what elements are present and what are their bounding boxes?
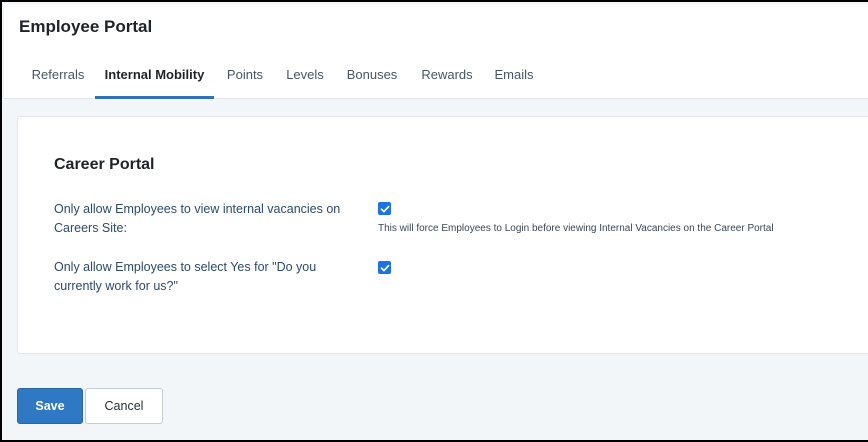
checkmark-icon bbox=[380, 264, 389, 271]
internal-vacancies-checkbox[interactable] bbox=[378, 202, 391, 215]
setting-label-currently-work-for-us: Only allow Employees to select Yes for "… bbox=[54, 260, 317, 293]
page-title: Employee Portal bbox=[19, 17, 153, 36]
tab-points[interactable]: Points bbox=[219, 59, 271, 99]
tab-bonuses[interactable]: Bonuses bbox=[340, 59, 404, 99]
tab-emails[interactable]: Emails bbox=[488, 59, 540, 99]
tab-referrals[interactable]: Referrals bbox=[19, 59, 97, 99]
cancel-button[interactable]: Cancel bbox=[85, 388, 163, 424]
checkmark-icon bbox=[380, 205, 389, 212]
tab-bar: Referrals Internal Mobility Points Level… bbox=[4, 59, 868, 99]
currently-work-for-us-checkbox[interactable] bbox=[378, 261, 391, 274]
section-title: Career Portal bbox=[54, 156, 155, 173]
tab-rewards[interactable]: Rewards bbox=[414, 59, 480, 99]
career-portal-card: Career Portal Only allow Employees to vi… bbox=[17, 116, 868, 354]
setting-label-internal-vacancies: Only allow Employees to view internal va… bbox=[54, 202, 341, 235]
internal-vacancies-help-text: This will force Employees to Login befor… bbox=[378, 223, 774, 234]
tab-internal-mobility[interactable]: Internal Mobility bbox=[95, 59, 214, 99]
page-header: Employee Portal Referrals Internal Mobil… bbox=[4, 4, 868, 99]
save-button[interactable]: Save bbox=[17, 388, 83, 424]
tab-levels[interactable]: Levels bbox=[280, 59, 330, 99]
